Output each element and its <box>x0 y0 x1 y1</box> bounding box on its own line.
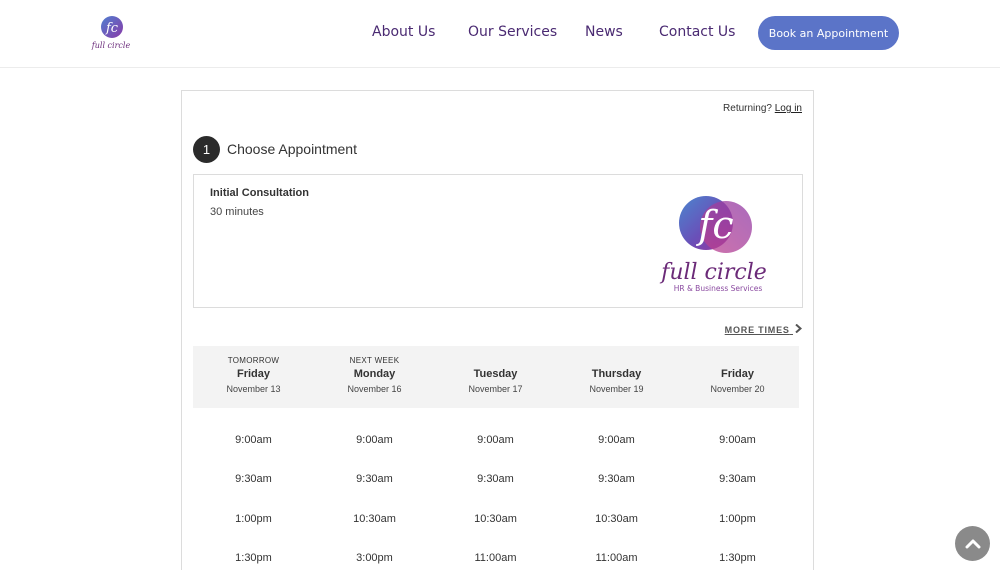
book-appointment-button[interactable]: Book an Appointment <box>758 16 899 50</box>
logo-monogram: fc <box>695 203 733 247</box>
day-prefix: NEXT WEEK <box>349 356 400 365</box>
full-circle-logo-small[interactable]: fc full circle <box>90 14 132 52</box>
time-slot[interactable]: 9:30am <box>193 473 314 485</box>
time-slot[interactable]: 3:00pm <box>314 552 435 564</box>
day-column-header: Tuesday November 17 <box>435 346 556 408</box>
scroll-to-top-button[interactable] <box>955 526 990 561</box>
time-slot[interactable]: 9:30am <box>435 473 556 485</box>
day-column-header: NEXT WEEK Monday November 16 <box>314 346 435 408</box>
returning-text: Returning? <box>723 103 772 114</box>
day-date: November 19 <box>589 384 644 394</box>
logo-tagline: HR & Business Services <box>674 284 763 293</box>
time-slot[interactable]: 9:00am <box>556 434 677 446</box>
day-date: November 20 <box>710 384 765 394</box>
nav-news[interactable]: News <box>585 24 623 40</box>
scheduling-card: Returning? Log in 1 Choose Appointment I… <box>181 90 814 570</box>
time-slot[interactable]: 9:30am <box>314 473 435 485</box>
day-name: Monday <box>353 368 396 380</box>
day-name: Tuesday <box>473 368 518 380</box>
site-header: fc full circle About Us Our Services New… <box>0 0 1000 68</box>
days-header-row: TOMORROW Friday November 13 NEXT WEEK Mo… <box>193 346 799 408</box>
time-slot[interactable]: 10:30am <box>556 513 677 525</box>
day-prefix: TOMORROW <box>227 356 280 365</box>
time-slot[interactable]: 9:00am <box>677 434 798 446</box>
day-column-header: TOMORROW Friday November 13 <box>193 346 314 408</box>
more-times-label: MORE TIMES <box>724 325 790 335</box>
time-slot[interactable]: 9:00am <box>435 434 556 446</box>
time-slot[interactable]: 1:00pm <box>677 513 798 525</box>
time-slot[interactable]: 10:30am <box>435 513 556 525</box>
returning-prompt: Returning? Log in <box>723 103 802 114</box>
day-name: Friday <box>720 368 754 380</box>
time-slot[interactable]: 11:00am <box>556 552 677 564</box>
chevron-up-icon <box>965 538 981 549</box>
day-date: November 16 <box>347 384 402 394</box>
time-slot[interactable]: 9:00am <box>193 434 314 446</box>
nav-contact-us[interactable]: Contact Us <box>659 24 735 40</box>
appointment-name: Initial Consultation <box>210 187 309 199</box>
step-number-badge: 1 <box>193 136 220 163</box>
svg-text:fc: fc <box>105 21 119 36</box>
more-times-link[interactable]: MORE TIMES <box>724 323 803 335</box>
day-column-header: Thursday November 19 <box>556 346 677 408</box>
login-link[interactable]: Log in <box>775 103 802 114</box>
time-slot[interactable]: 1:30pm <box>677 552 798 564</box>
time-slot[interactable]: 9:30am <box>677 473 798 485</box>
day-name: Thursday <box>591 368 642 380</box>
logo-script-text: full circle <box>659 260 767 285</box>
day-column-header: Friday November 20 <box>677 346 798 408</box>
step-title: Choose Appointment <box>227 141 357 157</box>
day-name: Friday <box>236 368 270 380</box>
day-date: November 17 <box>468 384 523 394</box>
nav-our-services[interactable]: Our Services <box>468 24 557 40</box>
logo-small-text: full circle <box>91 41 131 50</box>
full-circle-logo-large: fc full circle HR & Business Services <box>659 196 767 293</box>
nav-about-us[interactable]: About Us <box>372 24 435 40</box>
day-date: November 13 <box>226 384 281 394</box>
time-slot[interactable]: 9:00am <box>314 434 435 446</box>
appointment-type-option[interactable]: Initial Consultation 30 minutes fc full … <box>193 174 803 308</box>
time-slot[interactable]: 11:00am <box>435 552 556 564</box>
appointment-duration: 30 minutes <box>210 206 264 218</box>
time-slot[interactable]: 1:00pm <box>193 513 314 525</box>
time-slot[interactable]: 10:30am <box>314 513 435 525</box>
chevron-right-icon <box>795 323 803 335</box>
time-slot[interactable]: 9:30am <box>556 473 677 485</box>
time-slot[interactable]: 1:30pm <box>193 552 314 564</box>
